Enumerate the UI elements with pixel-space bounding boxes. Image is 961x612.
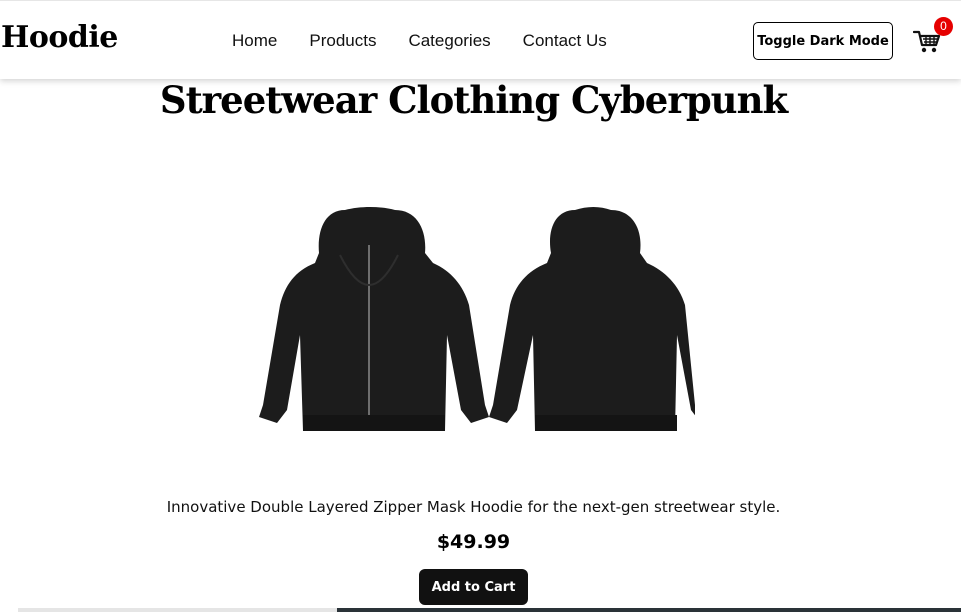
product-description: Innovative Double Layered Zipper Mask Ho… bbox=[166, 498, 781, 516]
product-price: $49.99 bbox=[436, 531, 511, 553]
nav-link-home[interactable]: Home bbox=[232, 31, 277, 51]
hoodie-image bbox=[255, 205, 701, 435]
footer-divider-left bbox=[18, 608, 337, 612]
page-title: Streetwear Clothing Cyberpunk bbox=[159, 78, 788, 122]
footer-divider-right bbox=[337, 608, 961, 612]
cart-count-badge: 0 bbox=[934, 17, 953, 36]
nav-links: Home Products Categories Contact Us bbox=[232, 31, 639, 51]
nav-link-categories[interactable]: Categories bbox=[408, 31, 490, 51]
nav-link-contact[interactable]: Contact Us bbox=[523, 31, 607, 51]
nav-link-products[interactable]: Products bbox=[309, 31, 376, 51]
navbar: Hoodie Home Products Categories Contact … bbox=[0, 0, 961, 79]
toggle-dark-mode-button[interactable]: Toggle Dark Mode bbox=[753, 22, 893, 60]
brand-logo[interactable]: Hoodie bbox=[1, 20, 118, 55]
add-to-cart-button[interactable]: Add to Cart bbox=[419, 569, 528, 605]
